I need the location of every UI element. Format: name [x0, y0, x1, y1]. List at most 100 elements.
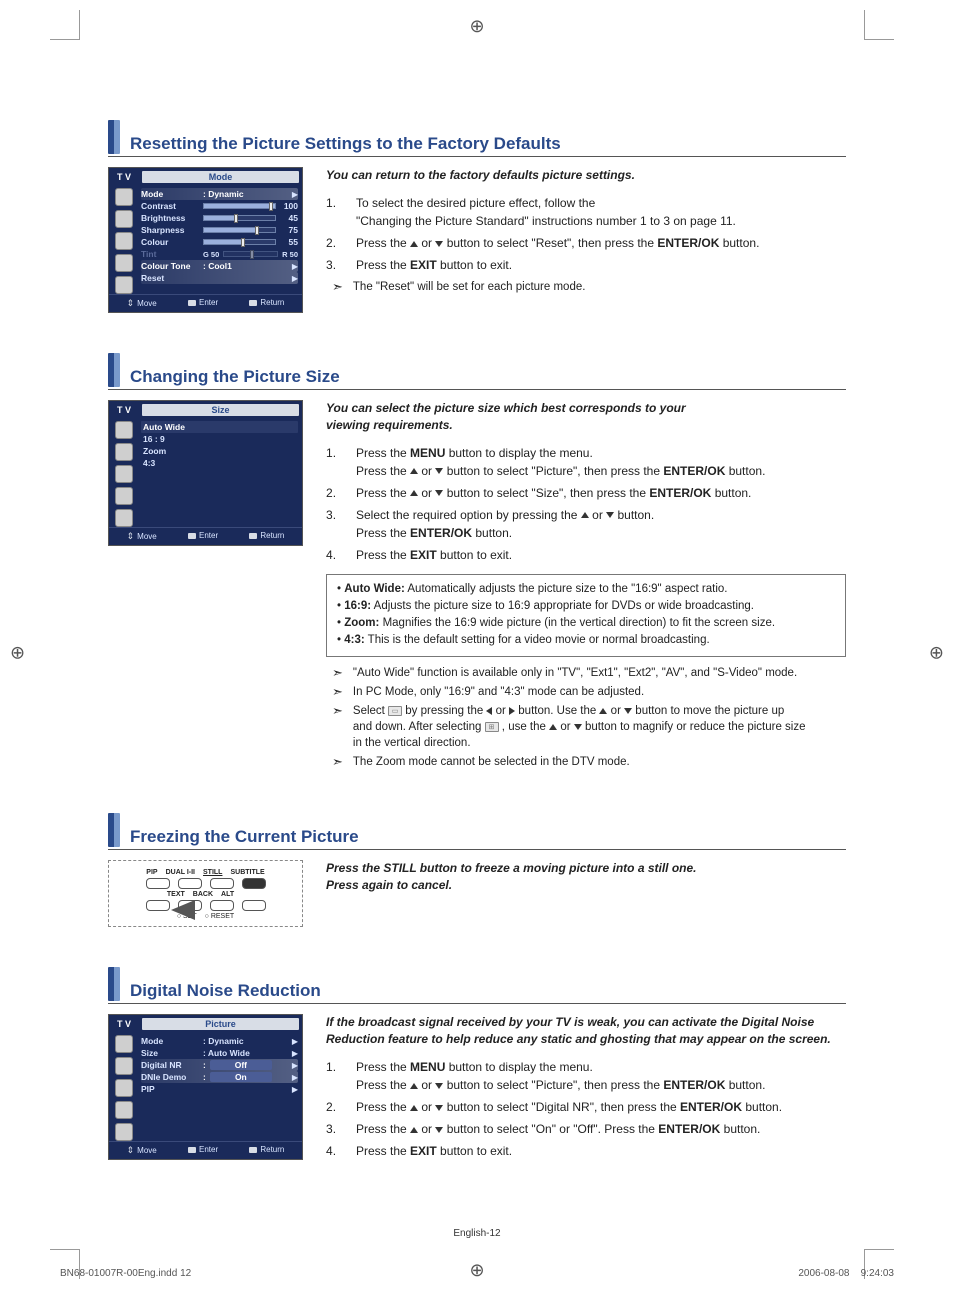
registration-mark-icon: ⊕: [469, 16, 484, 37]
osd-return-hint: Return: [249, 298, 284, 309]
step-item: To select the desired picture effect, fo…: [326, 192, 846, 232]
chevron-right-icon: ▶: [292, 1085, 298, 1094]
osd-list-item: 16 : 9: [141, 433, 298, 445]
chevron-right-icon: ▶: [292, 262, 298, 271]
up-arrow-icon: [410, 490, 418, 496]
osd-list-item: Zoom: [141, 445, 298, 457]
page-number: English-12: [453, 1228, 500, 1239]
osd-icon: [115, 254, 133, 272]
osd-icon: [115, 509, 133, 527]
section-bar-icon: [108, 967, 120, 1001]
note-item: ➣ Select ▭ by pressing the or button. Us…: [332, 703, 846, 751]
osd-sidebar-icons: [109, 419, 139, 527]
osd-enter-hint: Enter: [188, 1145, 218, 1156]
section-digital-nr: Digital Noise Reduction T V Picture: [108, 967, 846, 1162]
osd-icon: [115, 188, 133, 206]
section-title: Digital Noise Reduction: [130, 981, 321, 1001]
osd-icon: [115, 210, 133, 228]
chevron-right-icon: ▶: [292, 274, 298, 283]
section-freezing: Freezing the Current Picture PIP DUAL I-…: [108, 813, 846, 927]
arrow-icon: ➣: [332, 703, 343, 719]
arrow-icon: ➣: [332, 665, 343, 681]
up-arrow-icon: [581, 512, 589, 518]
osd-icon: [115, 1035, 133, 1053]
osd-menu-title: Size: [142, 404, 299, 416]
osd-icon: [115, 465, 133, 483]
osd-tv-label: T V: [109, 168, 139, 186]
up-arrow-icon: [410, 1105, 418, 1111]
osd-icon: [115, 232, 133, 250]
remote-button: [146, 878, 170, 889]
section-title: Freezing the Current Picture: [130, 827, 359, 847]
footer-date: 2006-08-08: [798, 1268, 849, 1279]
down-arrow-icon: [574, 724, 582, 730]
step-item: Press the MENU button to display the men…: [326, 442, 846, 482]
up-arrow-icon: [549, 724, 557, 730]
crop-mark: [50, 10, 80, 40]
remote-button: [210, 900, 234, 911]
section-picture-size: Changing the Picture Size T V Size: [108, 353, 846, 773]
osd-move-hint: Move: [127, 1145, 157, 1156]
down-arrow-icon: [624, 708, 632, 714]
chevron-right-icon: ▶: [292, 190, 298, 199]
osd-menu-title: Mode: [142, 171, 299, 183]
osd-icon: [115, 421, 133, 439]
step-item: Press the EXIT button to exit.: [326, 254, 846, 276]
osd-sidebar-icons: [109, 1033, 139, 1141]
osd-return-hint: Return: [249, 1145, 284, 1156]
step-item: Press the or button to select "Reset", t…: [326, 232, 846, 254]
definitions-box: Auto Wide: Automatically adjusts the pic…: [326, 574, 846, 657]
section-title: Resetting the Picture Settings to the Fa…: [130, 134, 561, 154]
chevron-right-icon: ▶: [292, 1073, 298, 1082]
footer-time: 9:24:03: [861, 1268, 894, 1279]
up-arrow-icon: [410, 468, 418, 474]
osd-list-item: Auto Wide: [141, 421, 298, 433]
registration-mark-icon: ⊕: [929, 642, 944, 663]
osd-move-hint: Move: [127, 531, 157, 542]
arrow-icon: ➣: [332, 754, 343, 770]
section-title: Changing the Picture Size: [130, 367, 340, 387]
osd-icon: [115, 1079, 133, 1097]
up-arrow-icon: [410, 1127, 418, 1133]
osd-icon: [115, 1123, 133, 1141]
step-item: Press the EXIT button to exit.: [326, 544, 846, 566]
osd-enter-hint: Enter: [188, 298, 218, 309]
footer-file: BN68-01007R-00Eng.indd 12: [60, 1268, 191, 1279]
note-item: ➣The "Reset" will be set for each pictur…: [332, 279, 846, 295]
up-arrow-icon: [410, 241, 418, 247]
remote-diagram: PIP DUAL I-II STILL SUBTITLE TEX: [108, 860, 303, 927]
section-bar-icon: [108, 120, 120, 154]
steps-list: Press the MENU button to display the men…: [326, 1056, 846, 1162]
arrow-icon: ➣: [332, 279, 343, 295]
osd-tv-label: T V: [109, 1015, 139, 1033]
arrow-icon: ➣: [332, 684, 343, 700]
osd-tv-label: T V: [109, 401, 139, 419]
print-footer: BN68-01007R-00Eng.indd 12 2006-08-08 9:2…: [60, 1268, 894, 1279]
section-bar-icon: [108, 353, 120, 387]
remote-button: [210, 878, 234, 889]
step-item: Press the or button to select "Size", th…: [326, 482, 846, 504]
step-item: Select the required option by pressing t…: [326, 504, 846, 544]
step-item: Press the EXIT button to exit.: [326, 1140, 846, 1162]
chevron-right-icon: ▶: [292, 1061, 298, 1070]
osd-enter-hint: Enter: [188, 531, 218, 542]
step-item: Press the MENU button to display the men…: [326, 1056, 846, 1096]
step-item: Press the or button to select "On" or "O…: [326, 1118, 846, 1140]
section-intro: You can return to the factory defaults p…: [326, 167, 846, 184]
osd-icon: [115, 276, 133, 294]
osd-size-menu: T V Size Auto: [108, 400, 303, 546]
remote-button: [178, 878, 202, 889]
section-intro: If the broadcast signal received by your…: [326, 1014, 846, 1048]
down-arrow-icon: [606, 512, 614, 518]
note-item: ➣"Auto Wide" function is available only …: [332, 665, 846, 681]
chevron-right-icon: ▶: [292, 1049, 298, 1058]
section-bar-icon: [108, 813, 120, 847]
osd-sidebar-icons: [109, 186, 139, 294]
remote-button: [242, 878, 266, 889]
osd-icon: [115, 487, 133, 505]
callout-arrow-icon: [171, 900, 195, 920]
section-intro: Press the STILL button to freeze a movin…: [326, 860, 846, 894]
osd-icon: [115, 443, 133, 461]
up-arrow-icon: [410, 1083, 418, 1089]
osd-return-hint: Return: [249, 531, 284, 542]
